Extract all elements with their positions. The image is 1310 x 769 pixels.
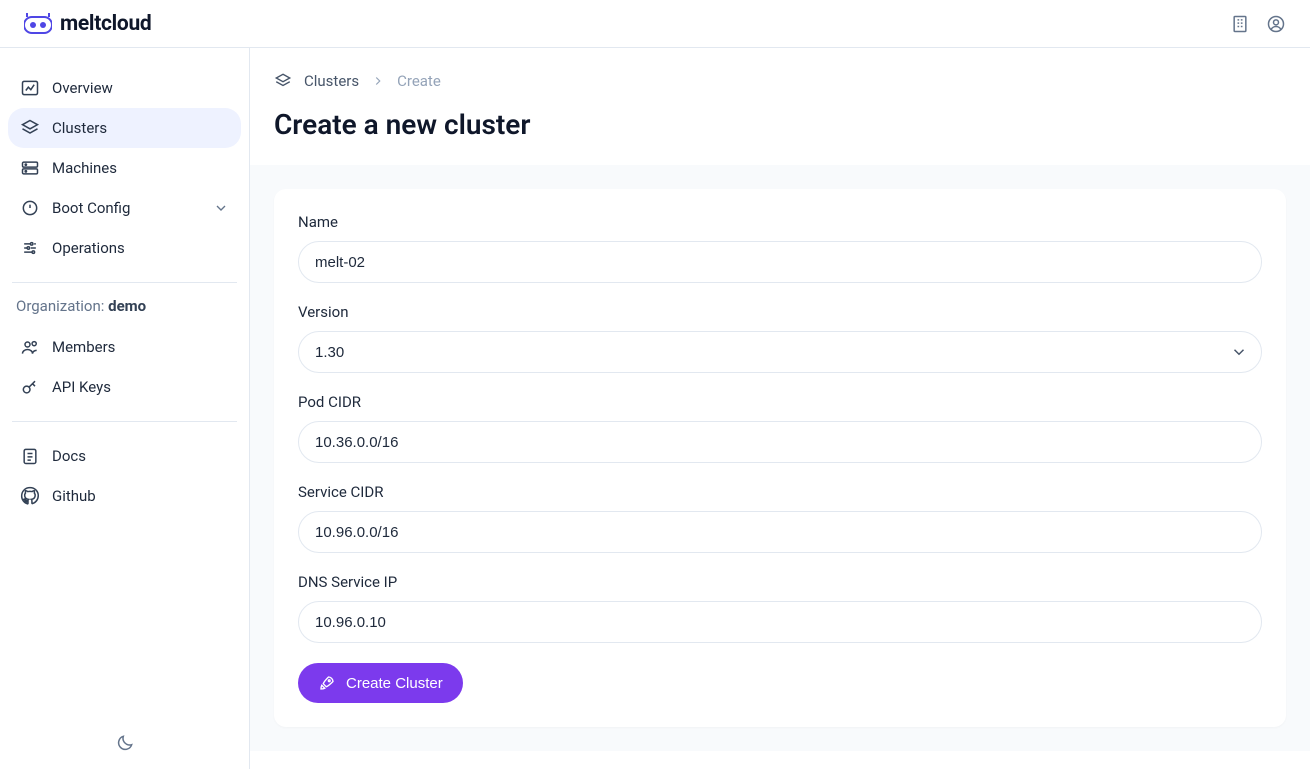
sidebar-item-label: Github: [52, 487, 96, 505]
service-cidr-label: Service CIDR: [298, 483, 1262, 501]
pod-cidr-label: Pod CIDR: [298, 393, 1262, 411]
sidebar-divider: [12, 282, 237, 283]
sidebar-item-api-keys[interactable]: API Keys: [8, 367, 241, 407]
main-content: Clusters Create Create a new cluster Nam…: [250, 48, 1310, 769]
content-area: Name Version 1.30 Pod CIDR: [250, 165, 1310, 751]
users-icon: [20, 337, 40, 357]
field-version: Version 1.30: [298, 303, 1262, 373]
dns-ip-input[interactable]: [298, 601, 1262, 643]
sidebar: Overview Clusters Machines Boot Con: [0, 48, 250, 769]
sidebar-item-label: Overview: [52, 79, 113, 97]
sidebar-item-operations[interactable]: Operations: [8, 228, 241, 268]
layers-icon: [274, 72, 292, 90]
version-label: Version: [298, 303, 1262, 321]
sidebar-divider: [12, 421, 237, 422]
create-cluster-button[interactable]: Create Cluster: [298, 663, 463, 703]
building-icon[interactable]: [1230, 14, 1250, 34]
logo-mark-icon: [24, 13, 52, 35]
sliders-icon: [20, 238, 40, 258]
server-icon: [20, 158, 40, 178]
chevron-right-icon: [371, 74, 385, 88]
page-title: Create a new cluster: [274, 108, 1286, 141]
github-icon: [20, 486, 40, 506]
create-cluster-card: Name Version 1.30 Pod CIDR: [274, 189, 1286, 727]
sidebar-item-label: API Keys: [52, 378, 111, 396]
power-icon: [20, 198, 40, 218]
moon-icon[interactable]: [115, 733, 135, 753]
field-name: Name: [298, 213, 1262, 283]
chevron-down-icon: [213, 200, 229, 216]
field-dns-ip: DNS Service IP: [298, 573, 1262, 643]
rocket-icon: [318, 674, 336, 692]
service-cidr-input[interactable]: [298, 511, 1262, 553]
sidebar-item-docs[interactable]: Docs: [8, 436, 241, 476]
field-pod-cidr: Pod CIDR: [298, 393, 1262, 463]
sidebar-item-label: Docs: [52, 447, 86, 465]
page-head: Clusters Create Create a new cluster: [250, 48, 1310, 165]
sidebar-item-label: Clusters: [52, 119, 107, 137]
org-label: Organization: demo: [8, 297, 241, 327]
sidebar-item-boot-config[interactable]: Boot Config: [8, 188, 241, 228]
create-cluster-button-label: Create Cluster: [346, 675, 443, 692]
sidebar-item-label: Machines: [52, 159, 117, 177]
header-actions: [1230, 14, 1286, 34]
brand-logo[interactable]: meltcloud: [24, 12, 151, 36]
sidebar-item-clusters[interactable]: Clusters: [8, 108, 241, 148]
sidebar-item-overview[interactable]: Overview: [8, 68, 241, 108]
chart-line-icon: [20, 78, 40, 98]
dns-ip-label: DNS Service IP: [298, 573, 1262, 591]
sidebar-item-label: Boot Config: [52, 199, 130, 217]
org-name: demo: [108, 297, 146, 315]
org-prefix: Organization:: [16, 297, 108, 315]
brand-name: meltcloud: [60, 12, 151, 36]
sidebar-item-machines[interactable]: Machines: [8, 148, 241, 188]
pod-cidr-input[interactable]: [298, 421, 1262, 463]
sidebar-item-label: Operations: [52, 239, 125, 257]
sidebar-item-members[interactable]: Members: [8, 327, 241, 367]
field-service-cidr: Service CIDR: [298, 483, 1262, 553]
name-label: Name: [298, 213, 1262, 231]
key-icon: [20, 377, 40, 397]
sidebar-item-label: Members: [52, 338, 115, 356]
breadcrumb-current: Create: [397, 72, 441, 90]
document-icon: [20, 446, 40, 466]
version-select[interactable]: 1.30: [298, 331, 1262, 373]
app-header: meltcloud: [0, 0, 1310, 48]
sidebar-item-github[interactable]: Github: [8, 476, 241, 516]
name-input[interactable]: [298, 241, 1262, 283]
breadcrumb: Clusters Create: [274, 72, 1286, 90]
user-icon[interactable]: [1266, 14, 1286, 34]
breadcrumb-root[interactable]: Clusters: [304, 72, 359, 90]
layers-icon: [20, 118, 40, 138]
